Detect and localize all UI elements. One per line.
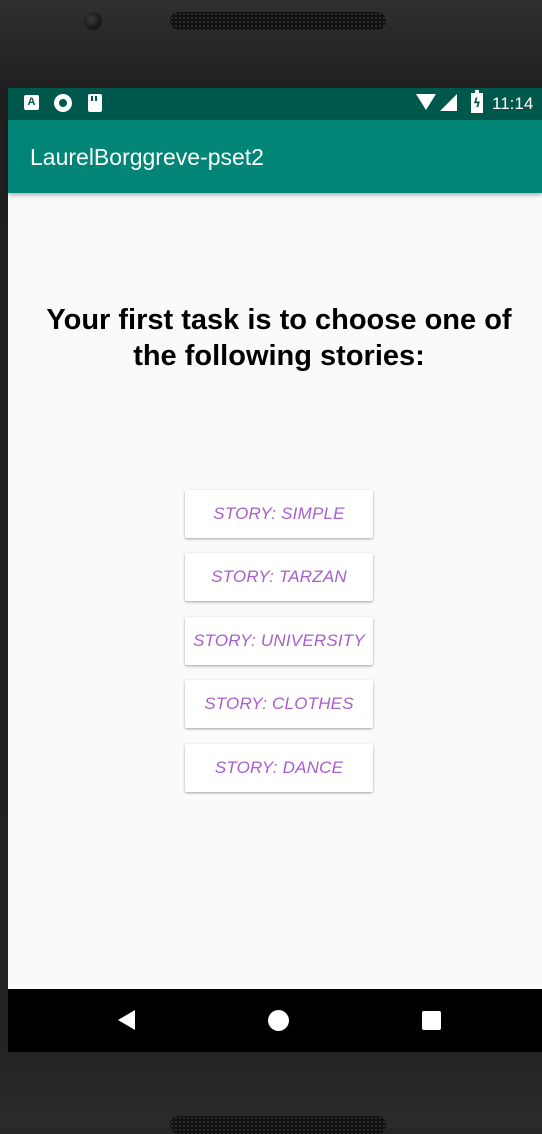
cell-signal-icon bbox=[440, 94, 457, 111]
wifi-icon bbox=[416, 94, 436, 110]
bottom-speaker-grille bbox=[170, 1116, 386, 1134]
story-dance-button[interactable]: STORY: DANCE bbox=[185, 744, 373, 792]
app-title: LaurelBorggreve-pset2 bbox=[30, 144, 264, 170]
circle-notification-icon bbox=[54, 94, 72, 112]
device-screen: A ϟ 11:14 LaurelBorggreve-pset2 Your fir… bbox=[8, 88, 542, 1052]
app-bar: LaurelBorggreve-pset2 bbox=[8, 120, 542, 193]
back-icon[interactable] bbox=[118, 1010, 135, 1030]
front-camera bbox=[84, 12, 102, 30]
status-time: 11:14 bbox=[492, 94, 534, 113]
sd-card-icon bbox=[88, 94, 102, 112]
navigation-bar bbox=[8, 989, 542, 1052]
status-bar: A ϟ 11:14 bbox=[8, 88, 542, 120]
page-heading: Your first task is to choose one of the … bbox=[46, 304, 512, 372]
recents-icon[interactable] bbox=[422, 1011, 441, 1030]
a-notification-icon: A bbox=[24, 95, 39, 110]
story-simple-button[interactable]: STORY: SIMPLE bbox=[185, 490, 373, 538]
battery-charging-icon: ϟ bbox=[471, 90, 483, 113]
story-tarzan-button[interactable]: STORY: TARZAN bbox=[185, 553, 373, 601]
story-university-button[interactable]: STORY: UNIVERSITY bbox=[185, 617, 373, 665]
home-icon[interactable] bbox=[268, 1010, 289, 1031]
story-clothes-button[interactable]: STORY: CLOTHES bbox=[185, 680, 373, 728]
top-speaker-grille bbox=[170, 12, 386, 30]
